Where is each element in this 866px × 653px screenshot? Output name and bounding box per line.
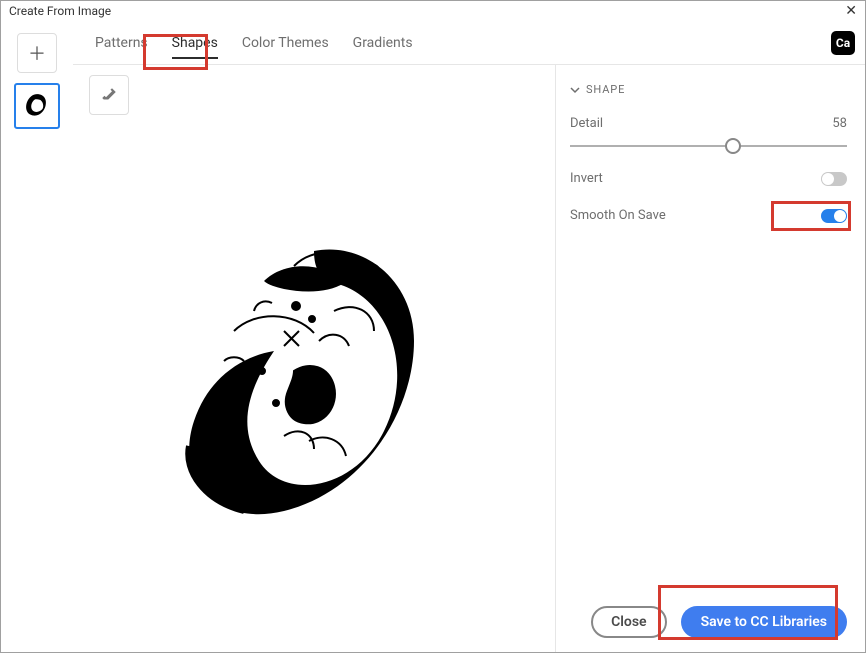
- chevron-down-icon: [570, 85, 580, 95]
- eraser-tool[interactable]: [89, 75, 129, 115]
- smooth-row: Smooth On Save: [570, 208, 847, 223]
- adobe-capture-badge[interactable]: Ca: [831, 31, 855, 55]
- detail-slider-thumb[interactable]: [725, 138, 741, 154]
- smooth-label: Smooth On Save: [570, 208, 666, 223]
- calligraphy-thumb-icon: [20, 89, 54, 123]
- eraser-icon: [100, 86, 118, 104]
- smooth-on-save-toggle[interactable]: [821, 209, 847, 223]
- image-thumbnail-selected[interactable]: [14, 83, 60, 129]
- calligraphy-preview-icon: [164, 211, 464, 551]
- properties-panel: SHAPE Detail 58 Invert Smooth On Sa: [555, 65, 865, 652]
- dialog-body: ＋ Patterns Shapes Color Themes Gradients…: [1, 21, 865, 652]
- add-image-button[interactable]: ＋: [17, 33, 57, 73]
- close-button[interactable]: Close: [591, 606, 666, 638]
- invert-label: Invert: [570, 171, 603, 186]
- tabs-row: Patterns Shapes Color Themes Gradients C…: [73, 21, 865, 65]
- detail-label: Detail: [570, 116, 603, 131]
- detail-row: Detail 58: [570, 116, 847, 131]
- save-to-cc-libraries-button[interactable]: Save to CC Libraries: [681, 606, 847, 638]
- section-title-label: SHAPE: [586, 83, 625, 96]
- window-title: Create From Image: [9, 4, 111, 18]
- invert-toggle[interactable]: [821, 172, 847, 186]
- tab-patterns[interactable]: Patterns: [83, 21, 160, 65]
- image-rail: ＋: [1, 21, 73, 652]
- shape-preview-canvas[interactable]: [89, 119, 539, 642]
- tab-color-themes[interactable]: Color Themes: [230, 21, 341, 65]
- tab-shapes[interactable]: Shapes: [160, 21, 230, 65]
- footer-buttons: Close Save to CC Libraries: [570, 596, 847, 638]
- shape-section-header[interactable]: SHAPE: [570, 83, 847, 96]
- content-row: SHAPE Detail 58 Invert Smooth On Sa: [73, 65, 865, 652]
- detail-slider[interactable]: [570, 145, 847, 147]
- tab-gradients[interactable]: Gradients: [341, 21, 425, 65]
- invert-row: Invert: [570, 171, 847, 186]
- detail-value: 58: [832, 116, 847, 131]
- window-close-button[interactable]: ✕: [845, 3, 857, 19]
- canvas-column: [73, 65, 555, 652]
- main-area: Patterns Shapes Color Themes Gradients C…: [73, 21, 865, 652]
- create-from-image-dialog: Create From Image ✕ ＋ Patterns Shapes Co…: [0, 0, 866, 653]
- titlebar: Create From Image ✕: [1, 1, 865, 21]
